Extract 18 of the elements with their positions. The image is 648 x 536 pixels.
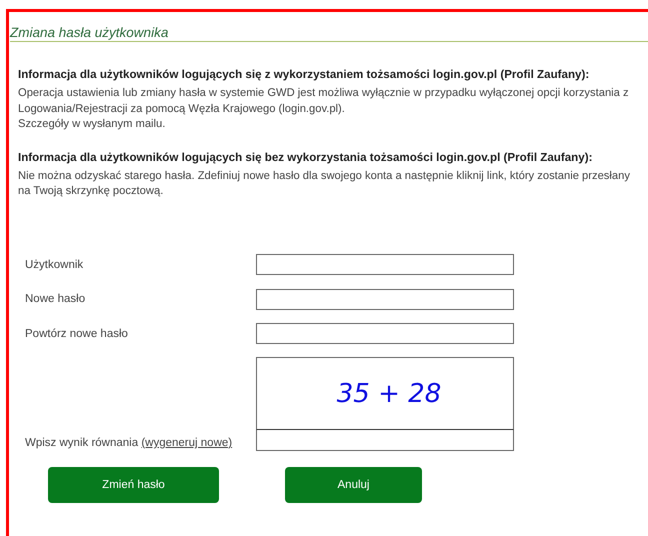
panel-title: Zmiana hasła użytkownika xyxy=(10,25,648,42)
info-heading: Informacja dla użytkowników logujących się bez wykorzystania tożsamości login.gov.pl (Profil Zaufany): xyxy=(18,150,594,164)
change-password-button[interactable]: Zmień hasło xyxy=(48,467,219,503)
field-label: Powtórz nowe hasło xyxy=(25,328,129,340)
field-label: Nowe hasło xyxy=(25,293,86,305)
field-label: Użytkownik xyxy=(25,258,84,270)
cancel-button[interactable]: Anuluj xyxy=(285,467,422,503)
input-field[interactable] xyxy=(256,254,514,275)
captcha-image: 35 + 28 xyxy=(256,357,514,430)
info-text: Nie można odzyskać starego hasła. Zdefiniuj nowe hasło dla swojego konta a następnie kliknij link, który zostanie przesłany na Twoją skrzynkę pocztową. xyxy=(18,168,631,199)
input-field[interactable] xyxy=(256,323,514,344)
input-field[interactable] xyxy=(256,430,514,451)
field-label: Wpisz wynik równania (wygeneruj nowe) xyxy=(25,436,234,451)
info-heading: Informacja dla użytkowników logujących się z wykorzystaniem tożsamości login.gov.pl (Profil Zaufany): xyxy=(18,68,590,81)
input-field[interactable] xyxy=(256,288,514,310)
regenerate-link[interactable]: (wygeneruj nowe) xyxy=(141,437,232,449)
info-text: Szczegóły w wysłanym mailu. xyxy=(18,117,166,132)
info-text: Operacja ustawienia lub zmiany hasła w systemie GWD jest możliwa wyłącznie w przypadku wyłączonej opcji korzystania z Logowania/Rejestracji za pomocą Węzła Krajowego (login.gov.pl). xyxy=(18,86,630,116)
